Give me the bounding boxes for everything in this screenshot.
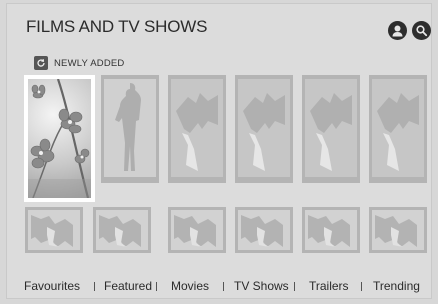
image-placeholder [372,210,424,250]
nav-tv-shows[interactable]: TV Shows [234,279,289,293]
page-title: FILMS AND TV SHOWS [26,17,208,36]
nav-featured[interactable]: Featured [104,279,152,293]
figure-silhouette-placeholder [104,79,156,177]
screen: FILMS AND TV SHOWS NEWLY ADDED Favourite… [6,3,432,299]
user-icon [392,25,403,37]
image-placeholder [171,210,223,250]
nav-movies[interactable]: Movies [171,279,209,293]
poster-tile[interactable] [101,75,159,183]
nav-favourites[interactable]: Favourites [24,279,80,293]
image-placeholder [171,79,223,177]
category-nav: Favourites Featured Movies TV Shows Trai… [7,276,433,298]
nav-trailers[interactable]: Trailers [309,279,349,293]
thumbnail-tile[interactable] [235,207,293,253]
featured-tile[interactable] [24,75,95,202]
nav-divider [156,282,157,291]
refresh-icon[interactable] [34,56,48,70]
section-label: NEWLY ADDED [54,57,125,69]
nav-divider [94,282,95,291]
image-placeholder [305,210,357,250]
image-placeholder [305,79,357,177]
nav-divider [294,282,295,291]
nav-trending[interactable]: Trending [373,279,420,293]
thumbnail-tile[interactable] [25,207,83,253]
image-placeholder [238,210,290,250]
search-button[interactable] [412,21,431,40]
image-placeholder [28,210,80,250]
thumbnail-tile[interactable] [168,207,226,253]
image-placeholder [372,79,424,177]
search-icon [416,25,428,37]
nav-divider [361,282,362,291]
nav-divider [223,282,224,291]
profile-button[interactable] [388,21,407,40]
image-placeholder [238,79,290,177]
poster-tile[interactable] [369,75,427,183]
poster-tile[interactable] [302,75,360,183]
thumbnail-tile[interactable] [369,207,427,253]
flower-artwork [28,79,91,198]
section-header: NEWLY ADDED [34,56,124,70]
image-placeholder [96,210,148,250]
poster-tile[interactable] [235,75,293,183]
thumbnail-tile[interactable] [302,207,360,253]
poster-tile[interactable] [168,75,226,183]
thumbnail-tile[interactable] [93,207,151,253]
